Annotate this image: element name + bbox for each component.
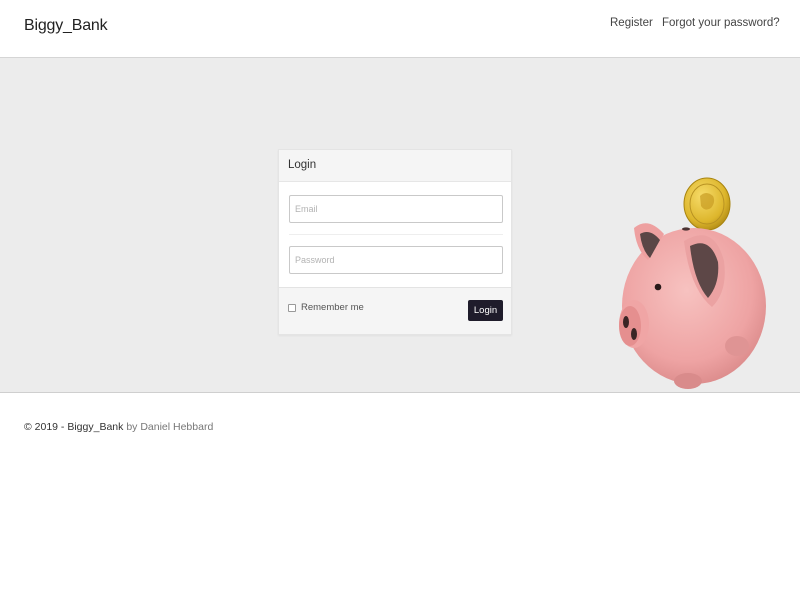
remember-me-checkbox[interactable]	[288, 303, 296, 312]
password-field[interactable]	[289, 246, 503, 274]
remember-me-label: Remember me	[301, 302, 364, 313]
field-divider	[289, 234, 503, 235]
email-field[interactable]	[289, 195, 503, 223]
coin-icon	[683, 177, 731, 231]
login-button[interactable]: Login	[468, 300, 503, 321]
login-panel: Login Remember me Login	[278, 149, 512, 335]
login-panel-footer: Remember me Login	[279, 287, 511, 334]
navbar: Biggy_Bank Register Forgot your password…	[0, 0, 800, 58]
footer-copyright: © 2019 - Biggy_Bank	[24, 421, 124, 433]
brand-link[interactable]: Biggy_Bank	[24, 17, 108, 35]
register-link[interactable]: Register	[610, 17, 653, 29]
footer: © 2019 - Biggy_Bank by Daniel Hebbard	[24, 421, 213, 433]
remember-me[interactable]: Remember me	[288, 302, 364, 313]
piggy-bank-illustration	[619, 177, 766, 389]
hero-section: Login Remember me Login	[0, 58, 800, 393]
forgot-password-link[interactable]: Forgot your password?	[662, 17, 780, 29]
footer-author: by Daniel Hebbard	[126, 421, 214, 433]
login-panel-heading: Login	[279, 150, 511, 182]
